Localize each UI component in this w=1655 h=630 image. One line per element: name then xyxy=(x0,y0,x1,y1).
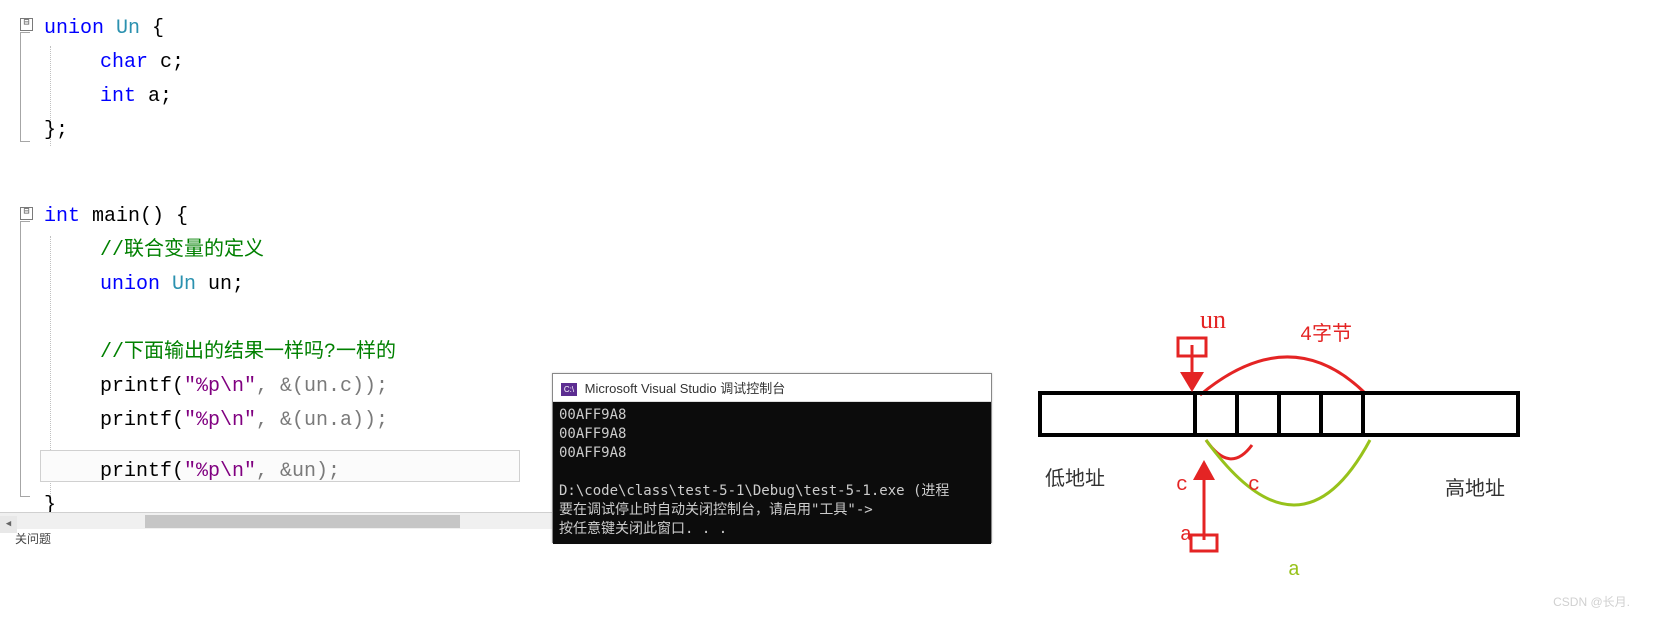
kw-union: union xyxy=(44,17,104,40)
label-high-addr: 高地址 xyxy=(1445,477,1505,502)
type-un: Un xyxy=(116,17,140,40)
bottom-tab[interactable]: 关问题 xyxy=(15,530,51,547)
console-title-bar[interactable]: C:\ Microsoft Visual Studio 调试控制台 xyxy=(553,374,991,402)
scroll-thumb[interactable] xyxy=(145,515,460,528)
var-un: un; xyxy=(196,273,244,296)
label-a1: a xyxy=(1180,524,1192,547)
kw-union2: union xyxy=(100,273,160,296)
label-4bytes: 4字节 xyxy=(1300,322,1352,347)
memory-diagram: un 4字节 低地址 高地址 c c a a xyxy=(1030,300,1650,600)
comment-1: //联合变量的定义 xyxy=(100,239,264,262)
printf-3: printf( xyxy=(100,460,184,483)
str-2: "%p\n" xyxy=(184,409,256,432)
debug-console-window[interactable]: C:\ Microsoft Visual Studio 调试控制台 00AFF9… xyxy=(552,373,992,543)
str-3: "%p\n" xyxy=(184,460,256,483)
kw-char: char xyxy=(100,51,148,74)
comment-2: //下面输出的结果一样吗?一样的 xyxy=(100,341,396,364)
printf-1: printf( xyxy=(100,375,184,398)
watermark: CSDN @长月. xyxy=(1553,593,1630,610)
var-a: a; xyxy=(136,85,172,108)
brace: { xyxy=(140,17,164,40)
label-un: un xyxy=(1200,305,1226,334)
label-a2: a xyxy=(1288,559,1300,582)
main-sig: main() { xyxy=(80,205,188,228)
kw-int-main: int xyxy=(44,205,80,228)
printf-2: printf( xyxy=(100,409,184,432)
console-output: 00AFF9A8 00AFF9A8 00AFF9A8 D:\code\class… xyxy=(553,402,991,544)
label-c2: c xyxy=(1248,474,1260,497)
vs-icon: C:\ xyxy=(561,383,577,396)
diagram-svg: un 4字节 低地址 高地址 c c a a xyxy=(1030,300,1650,600)
type-un2: Un xyxy=(160,273,196,296)
label-c1: c xyxy=(1176,474,1188,497)
kw-int: int xyxy=(100,85,136,108)
code-editor[interactable]: union Un { char c; int a; }; int main() … xyxy=(0,0,560,530)
rest-2: , &(un.a)); xyxy=(256,409,388,432)
str-1: "%p\n" xyxy=(184,375,256,398)
rest-3: , &un); xyxy=(256,460,340,483)
var-c: c; xyxy=(148,51,184,74)
label-low-addr: 低地址 xyxy=(1045,467,1105,492)
console-title-text: Microsoft Visual Studio 调试控制台 xyxy=(585,381,786,396)
rest-1: , &(un.c)); xyxy=(256,375,388,398)
close-brace: }; xyxy=(44,119,68,142)
